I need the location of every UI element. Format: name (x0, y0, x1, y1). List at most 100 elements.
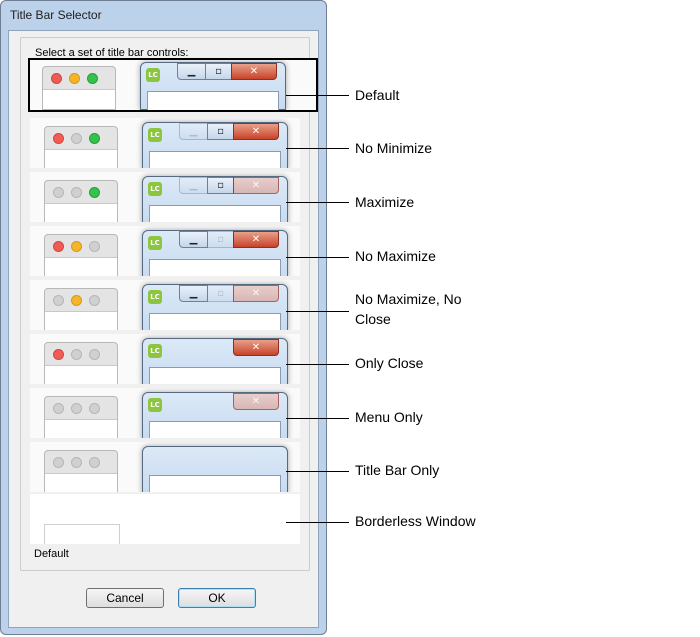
callout-label-title-bar-only: Title Bar Only (355, 462, 440, 478)
windows-window-content (149, 259, 281, 276)
mac-maximize-dot-icon (89, 241, 100, 252)
mac-window-content (45, 419, 117, 438)
mac-minimize-dot-icon (71, 457, 82, 468)
callout-label-default: Default (355, 87, 400, 103)
mac-close-dot-icon (53, 133, 64, 144)
callout-line (286, 471, 349, 472)
maximize-icon: ▫ (217, 126, 224, 137)
callout-label-menu-only: Menu Only (355, 409, 423, 425)
callout-label-no-maximize-no-close: No Maximize, No Close (355, 291, 462, 327)
cancel-button[interactable]: Cancel (86, 588, 164, 608)
caption-min-button: ▁ (179, 177, 208, 194)
close-icon: ✕ (251, 288, 261, 299)
caption-max-button: ▫ (207, 177, 234, 194)
callout-label-no-minimize: No Minimize (355, 140, 433, 156)
mac-window-content (45, 203, 117, 222)
mac-close-dot-icon (53, 403, 64, 414)
option-no-maximize[interactable]: LC ▁ ▫ ✕ (30, 226, 300, 276)
livecode-icon: LC (148, 236, 162, 250)
callout-line (286, 311, 349, 312)
caption-close-button: ✕ (233, 177, 279, 194)
mac-minimize-dot-icon (71, 349, 82, 360)
mac-window-preview (44, 450, 118, 492)
windows-window-preview (142, 446, 288, 492)
mac-close-dot-icon (53, 241, 64, 252)
close-icon: ✕ (251, 126, 261, 137)
livecode-icon: LC (148, 290, 162, 304)
mac-maximize-dot-icon (89, 457, 100, 468)
caption-close-button: ✕ (233, 285, 279, 302)
mac-window-preview (44, 396, 118, 438)
windows-window-preview: LC ▁ ▫ ✕ (142, 230, 288, 276)
selected-value-label: Default (34, 548, 69, 560)
mac-close-dot-icon (53, 349, 64, 360)
mac-close-dot-icon (53, 187, 64, 198)
mac-maximize-dot-icon (89, 349, 100, 360)
callout-line (286, 522, 349, 523)
windows-window-content (149, 151, 281, 168)
mac-window-preview (44, 234, 118, 276)
mac-minimize-dot-icon (71, 241, 82, 252)
callout-label-only-close: Only Close (355, 355, 424, 371)
callout-label-maximize: Maximize (355, 194, 415, 210)
livecode-icon: LC (148, 344, 162, 358)
mac-window-content (45, 149, 117, 168)
mac-window-content (45, 365, 117, 384)
mac-window-content (45, 473, 117, 492)
windows-window-content (149, 421, 281, 438)
maximize-icon: ▫ (217, 234, 224, 245)
borderless-mac-window-preview (44, 524, 120, 544)
mac-window-preview (44, 342, 118, 384)
mac-window-content (45, 257, 117, 276)
option-only-close[interactable]: LC ✕ (30, 334, 300, 384)
mac-close-dot-icon (53, 457, 64, 468)
mac-window-content (45, 311, 117, 330)
caption-max-button: ▫ (207, 231, 234, 248)
mac-minimize-dot-icon (71, 403, 82, 414)
close-icon: ✕ (251, 180, 261, 191)
close-icon: ✕ (251, 234, 261, 245)
borderless-win-window-preview (150, 532, 278, 544)
windows-window-preview: LC ▁ ▫ ✕ (142, 176, 288, 222)
option-no-maximize-no-close[interactable]: LC ▁ ▫ ✕ (30, 280, 300, 330)
callout-label-borderless: Borderless Window (355, 513, 476, 529)
windows-window-preview: LC ▁ ▫ ✕ (142, 122, 288, 168)
windows-window-preview: LC ✕ (142, 392, 288, 438)
caption-close-button: ✕ (233, 123, 279, 140)
caption-min-button: ▁ (179, 231, 208, 248)
minimize-icon: ▁ (189, 180, 198, 191)
callout-line (286, 202, 349, 203)
close-icon: ✕ (251, 396, 261, 407)
option-borderless[interactable] (30, 494, 300, 544)
minimize-icon: ▁ (189, 288, 198, 299)
mac-maximize-dot-icon (89, 403, 100, 414)
caption-min-button: ▁ (179, 285, 208, 302)
mac-minimize-dot-icon (71, 187, 82, 198)
mac-minimize-dot-icon (71, 295, 82, 306)
minimize-icon: ▁ (189, 126, 198, 137)
option-title-bar-only[interactable] (30, 442, 300, 492)
dialog-title: Title Bar Selector (10, 8, 102, 22)
livecode-icon: LC (148, 398, 162, 412)
ok-button[interactable]: OK (178, 588, 256, 608)
caption-max-button: ▫ (207, 285, 234, 302)
caption-max-button: ▫ (207, 123, 234, 140)
windows-window-content (149, 475, 281, 492)
callout-label-no-maximize: No Maximize (355, 248, 436, 264)
mac-maximize-dot-icon (89, 187, 100, 198)
windows-window-content (149, 205, 281, 222)
livecode-icon: LC (148, 182, 162, 196)
maximize-icon: ▫ (217, 288, 224, 299)
mac-minimize-dot-icon (71, 133, 82, 144)
option-default[interactable]: LC ▁ ▫ ✕ (28, 58, 318, 112)
callout-line (286, 364, 349, 365)
caption-min-button: ▁ (179, 123, 208, 140)
callout-line (286, 257, 349, 258)
mac-close-dot-icon (53, 295, 64, 306)
option-menu-only[interactable]: LC ✕ (30, 388, 300, 438)
mac-maximize-dot-icon (89, 295, 100, 306)
caption-close-button: ✕ (233, 339, 279, 356)
option-maximize[interactable]: LC ▁ ▫ ✕ (30, 172, 300, 222)
option-no-minimize[interactable]: LC ▁ ▫ ✕ (30, 118, 300, 168)
selection-frame (28, 58, 318, 112)
